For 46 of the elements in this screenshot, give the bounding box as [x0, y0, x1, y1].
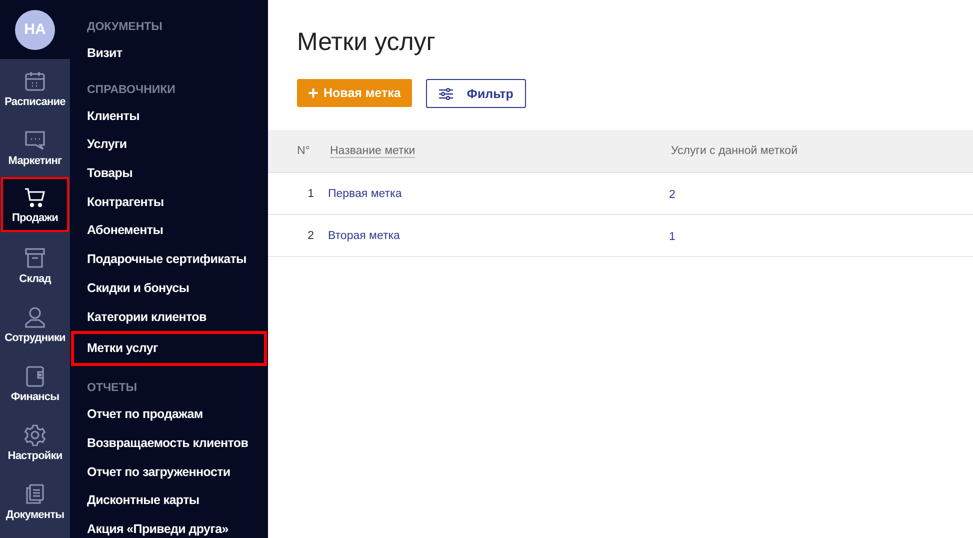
- page-title: Метки услуг: [297, 28, 436, 58]
- menu-item[interactable]: Скидки и бонусы: [70, 274, 268, 302]
- tag-link[interactable]: Первая метка: [328, 188, 402, 200]
- menu-item[interactable]: Услуги: [70, 130, 268, 160]
- column-header: Услуги с данной меткой: [671, 145, 798, 157]
- menu-item[interactable]: Категории клиентов: [70, 302, 268, 332]
- menu-item[interactable]: Абонементы: [70, 216, 268, 246]
- nav-item[interactable]: Документы: [0, 472, 70, 531]
- menu-item[interactable]: Акция «Приведи друга»: [70, 514, 268, 538]
- cart-icon: [24, 186, 46, 208]
- table-cell-text: 1: [306, 188, 314, 200]
- nav-item[interactable]: Маркетинг: [0, 118, 70, 177]
- column-header[interactable]: Название метки: [330, 145, 416, 158]
- count-link[interactable]: 2: [669, 188, 676, 200]
- archive-box-icon: [24, 246, 46, 268]
- table-cell-text: 2: [306, 230, 314, 242]
- menu-item[interactable]: Подарочные сертификаты: [70, 245, 268, 274]
- menu-item[interactable]: Контрагенты: [70, 188, 268, 216]
- documents-icon: [24, 482, 46, 504]
- nav-item[interactable]: Сотрудники: [0, 295, 70, 354]
- person-icon: [24, 306, 46, 328]
- sliders-icon: [438, 88, 453, 100]
- menu-item[interactable]: Клиенты: [70, 102, 268, 130]
- menu-item[interactable]: Дисконтные карты: [70, 486, 268, 515]
- menu-item[interactable]: Метки услуг: [71, 331, 267, 366]
- tag-link[interactable]: Вторая метка: [328, 230, 400, 242]
- section-heading: ОТЧЕТЫ: [86, 381, 138, 396]
- settings-icon: [24, 424, 46, 446]
- section-heading: СПРАВОЧНИКИ: [86, 82, 176, 98]
- column-header: N°: [296, 145, 311, 157]
- nav-item[interactable]: Финансы: [0, 354, 70, 413]
- nav-item[interactable]: Склад: [0, 236, 70, 295]
- count-link[interactable]: 1: [669, 230, 676, 242]
- menu-item[interactable]: Возвращаемость клиентов: [70, 428, 268, 458]
- chat-icon: [24, 128, 46, 150]
- menu-item[interactable]: Отчет по продажам: [70, 400, 268, 429]
- wallet-icon: [24, 364, 46, 386]
- menu-item[interactable]: Визит: [70, 39, 268, 68]
- nav-item[interactable]: Продажи: [1, 177, 69, 232]
- menu-item[interactable]: Отчет по загруженности: [70, 458, 268, 486]
- filter-button[interactable]: Фильтр: [426, 79, 526, 108]
- section-heading: ДОКУМЕНТЫ: [86, 20, 164, 35]
- menu-item[interactable]: Товары: [70, 159, 268, 188]
- calendar-icon: [24, 70, 46, 92]
- nav-item[interactable]: Настройки: [0, 413, 70, 472]
- nav-item[interactable]: Расписание: [0, 59, 70, 118]
